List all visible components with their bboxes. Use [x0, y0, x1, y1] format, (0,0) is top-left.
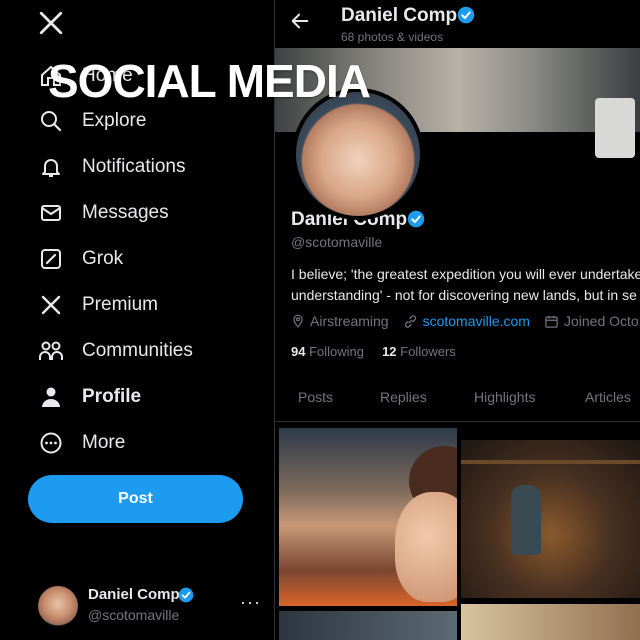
- more-circle-icon: [38, 430, 64, 456]
- tab-posts[interactable]: Posts: [298, 389, 333, 405]
- search-icon: [38, 108, 64, 134]
- thumbnail-art: [511, 485, 541, 555]
- profile-meta: Airstreaming scotomaville.com Joined Oct…: [291, 313, 640, 329]
- account-handle: @scotomaville: [88, 607, 180, 623]
- website-link[interactable]: scotomaville.com: [423, 313, 530, 329]
- joined-item: Joined Octo: [544, 313, 639, 329]
- media-thumbnail[interactable]: [279, 611, 457, 640]
- sidebar-item-premium[interactable]: Premium: [38, 290, 158, 320]
- avatar: [38, 586, 78, 626]
- thumbnail-art: [461, 460, 640, 464]
- sidebar-item-label: More: [82, 432, 126, 453]
- followers-count: 12: [382, 344, 397, 359]
- follow-stats: 94 Following 12 Followers: [291, 344, 456, 359]
- calendar-icon: [544, 314, 559, 329]
- joined-text: Joined Octo: [563, 313, 639, 329]
- location-pin-icon: [291, 313, 305, 329]
- profile-handle: @scotomaville: [291, 234, 383, 250]
- header-profile-name: Daniel Comp: [341, 5, 458, 26]
- sidebar-item-label: Premium: [82, 294, 159, 315]
- media-thumbnail[interactable]: [461, 604, 640, 640]
- sidebar-item-label: Messages: [82, 202, 169, 223]
- profile-header-bar: Daniel Comp 68 photos & videos: [275, 0, 640, 48]
- account-name: Daniel Comp: [88, 586, 180, 603]
- media-thumbnail[interactable]: [461, 440, 640, 598]
- more-options-icon[interactable]: ···: [240, 592, 261, 613]
- post-button[interactable]: Post: [28, 475, 243, 523]
- sidebar-item-grok[interactable]: Grok: [38, 244, 123, 274]
- tab-highlights[interactable]: Highlights: [474, 389, 535, 405]
- x-logo-icon: [38, 292, 64, 318]
- bio-line: understanding' - not for discovering new…: [291, 287, 637, 303]
- sidebar-item-label: Profile: [82, 386, 142, 407]
- website-item: scotomaville.com: [403, 313, 530, 329]
- grok-icon: [38, 246, 64, 272]
- verified-badge-icon: [178, 587, 194, 603]
- sidebar-item-label: Communities: [82, 340, 193, 361]
- banner-vehicle: [595, 98, 635, 158]
- profile-bio: I believe; 'the greatest expedition you …: [291, 264, 640, 306]
- following-link[interactable]: 94 Following: [291, 344, 364, 359]
- following-count: 94: [291, 344, 306, 359]
- followers-link[interactable]: 12 Followers: [382, 344, 456, 359]
- person-icon: [38, 384, 64, 410]
- following-label: Following: [309, 344, 365, 359]
- media-thumbnail[interactable]: [279, 428, 457, 606]
- back-arrow-icon[interactable]: [289, 10, 311, 32]
- followers-label: Followers: [400, 344, 456, 359]
- bio-line: I believe; 'the greatest expedition you …: [291, 266, 640, 282]
- profile-tabs: Posts Replies Highlights Articles: [275, 375, 640, 422]
- overlay-title: SOCIAL MEDIA: [48, 55, 371, 107]
- tab-replies[interactable]: Replies: [380, 389, 427, 405]
- sidebar-item-more[interactable]: More: [38, 428, 125, 458]
- sidebar-item-messages[interactable]: Messages: [38, 198, 169, 228]
- x-logo-icon[interactable]: [38, 10, 66, 38]
- tab-articles[interactable]: Articles: [585, 389, 631, 405]
- people-icon: [38, 338, 64, 364]
- verified-badge-icon: [407, 210, 425, 228]
- sidebar-item-label: Notifications: [82, 156, 186, 177]
- bell-icon: [38, 154, 64, 180]
- media-count: 68 photos & videos: [341, 30, 444, 44]
- sidebar-item-profile[interactable]: Profile: [38, 382, 141, 412]
- sidebar-item-explore[interactable]: Explore: [38, 106, 146, 136]
- account-switcher[interactable]: Daniel Comp @scotomaville ···: [38, 584, 268, 630]
- location-item: Airstreaming: [291, 313, 389, 329]
- verified-badge-icon: [457, 6, 475, 24]
- thumbnail-art: [395, 492, 457, 602]
- sidebar-item-label: Explore: [82, 110, 147, 131]
- sidebar-item-label: Grok: [82, 248, 124, 269]
- mail-icon: [38, 200, 64, 226]
- sidebar-item-notifications[interactable]: Notifications: [38, 152, 186, 182]
- location-text: Airstreaming: [310, 313, 389, 329]
- sidebar-item-communities[interactable]: Communities: [38, 336, 193, 366]
- link-icon: [403, 314, 418, 329]
